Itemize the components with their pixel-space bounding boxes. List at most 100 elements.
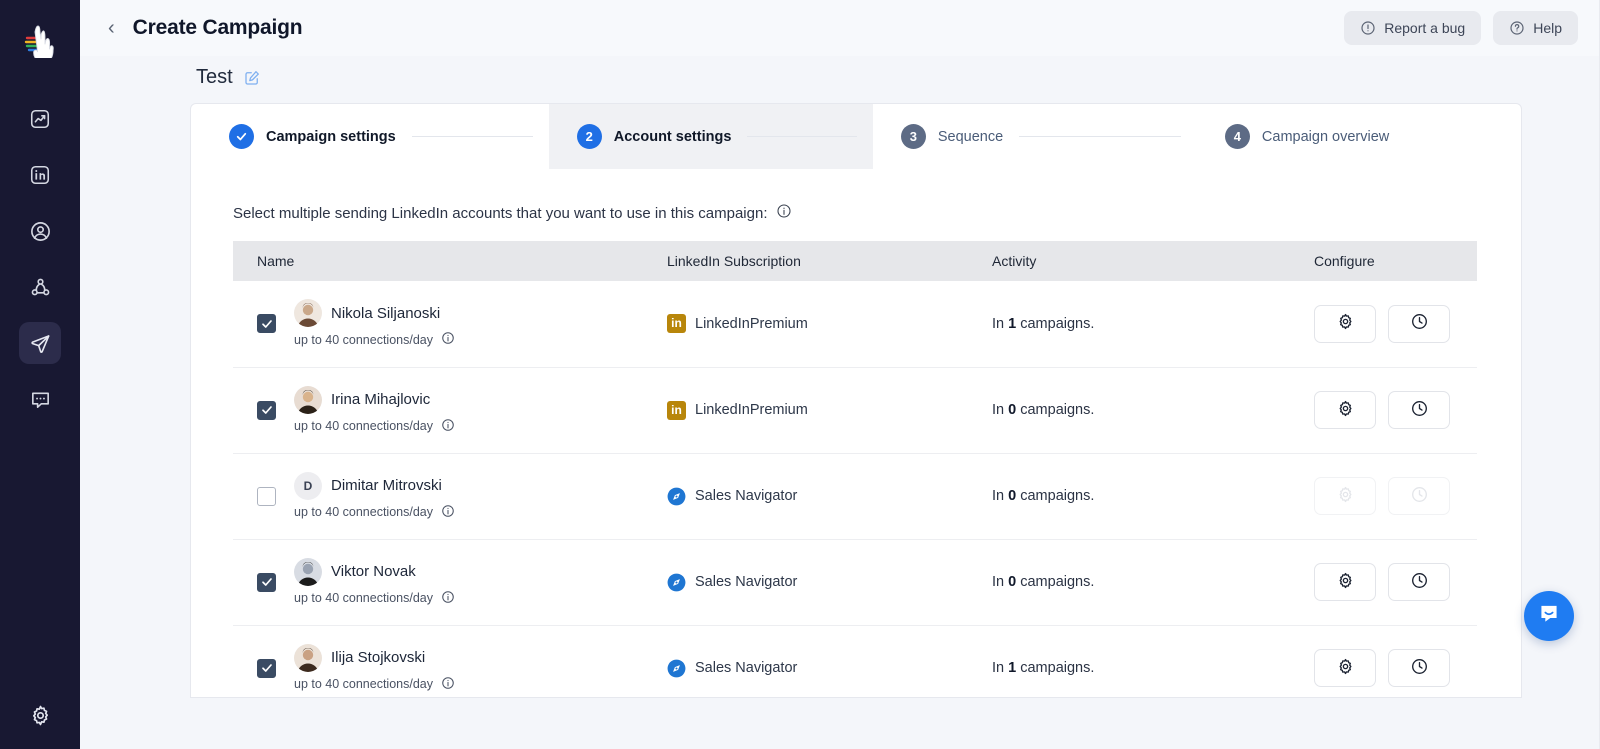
- name-sub: up to 40 connections/day: [294, 504, 455, 521]
- account-checkbox[interactable]: [257, 658, 276, 678]
- schedule-button[interactable]: [1388, 563, 1450, 601]
- info-icon[interactable]: [441, 590, 455, 607]
- subscription-cell: in LinkedInPremium: [667, 314, 968, 334]
- schedule-button: [1388, 477, 1450, 515]
- name-top: D Dimitar Mitrovski: [294, 471, 455, 500]
- help-button[interactable]: Help: [1493, 11, 1578, 45]
- activity-text: In 0 campaigns.: [992, 488, 1095, 504]
- step-label-4: Campaign overview: [1261, 128, 1390, 145]
- connection-limit: up to 40 connections/day: [294, 332, 433, 347]
- cell-name: D Dimitar Mitrovski up to 40 connections/d…: [233, 453, 643, 540]
- name-cell: Ilija Stojkovski up to 40 connections/day: [257, 643, 643, 693]
- account-settings-button[interactable]: [1314, 304, 1376, 343]
- account-settings-button[interactable]: [1314, 391, 1376, 429]
- topbar-actions: Report a bug Help: [1344, 11, 1578, 45]
- sidebar-settings[interactable]: [0, 703, 80, 733]
- clock-icon: [1410, 485, 1429, 508]
- sales-navigator-icon: [667, 659, 686, 678]
- avatar: [294, 385, 322, 414]
- gear-icon: [1336, 312, 1355, 335]
- sales-navigator-icon: [667, 487, 686, 506]
- clock-icon: [1410, 571, 1429, 594]
- gear-icon: [1336, 571, 1355, 594]
- step-sequence[interactable]: 3 Sequence: [873, 104, 1197, 169]
- edit-pencil-icon[interactable]: [243, 69, 261, 87]
- report-bug-button[interactable]: Report a bug: [1344, 11, 1482, 45]
- subscription-cell: in LinkedInPremium: [667, 400, 968, 420]
- account-settings-card: Campaign settings 2 Account settings 3 S…: [190, 103, 1522, 698]
- activity-text: In 1 campaigns.: [992, 660, 1095, 677]
- name-block: Irina Mihajlovic up to 40 connections/day: [294, 385, 455, 435]
- sidebar-item-inbox[interactable]: [19, 378, 61, 420]
- activity-count: 0: [1008, 402, 1017, 418]
- sidebar-item-campaigns[interactable]: [19, 322, 61, 364]
- schedule-button[interactable]: [1388, 391, 1450, 429]
- step-connector-1: [411, 136, 533, 137]
- schedule-button[interactable]: [1388, 649, 1450, 688]
- name-top: Viktor Novak: [294, 557, 455, 586]
- cell-activity: In 0 campaigns.: [968, 367, 1290, 454]
- analytics-icon: [29, 108, 51, 130]
- account-checkbox[interactable]: [257, 572, 276, 592]
- linkedin-premium-icon: in: [667, 400, 686, 420]
- gear-icon: [1336, 485, 1355, 508]
- name-top: Nikola Siljanoski: [294, 299, 455, 328]
- step-connector-2: [747, 136, 857, 137]
- table-row: D Dimitar Mitrovski up to 40 connections/d…: [233, 453, 1477, 540]
- name-cell: Nikola Siljanoski up to 40 connections/da…: [257, 299, 643, 348]
- schedule-button[interactable]: [1388, 304, 1450, 343]
- network-icon: [29, 276, 52, 299]
- step-badge-1: [229, 124, 254, 149]
- user-circle-icon: [29, 220, 52, 243]
- step-campaign-settings[interactable]: Campaign settings: [191, 104, 549, 169]
- stepper: Campaign settings 2 Account settings 3 S…: [191, 104, 1521, 169]
- sidebar-item-account[interactable]: [19, 210, 61, 252]
- account-settings-button[interactable]: [1314, 649, 1376, 688]
- subscription-cell: Sales Navigator: [667, 659, 968, 678]
- step-label-1: Campaign settings: [266, 128, 396, 145]
- avatar: [294, 557, 322, 586]
- column-header-name: Name: [233, 241, 643, 281]
- account-checkbox[interactable]: [257, 400, 276, 420]
- sidebar: [0, 0, 80, 749]
- sidebar-item-network[interactable]: [19, 266, 61, 308]
- info-icon[interactable]: [441, 676, 455, 693]
- column-header-activity: Activity: [968, 241, 1290, 281]
- info-icon[interactable]: [441, 331, 455, 348]
- cell-configure: [1290, 281, 1477, 368]
- account-settings-button[interactable]: [1314, 563, 1376, 601]
- intercom-chat-launcher[interactable]: [1524, 591, 1574, 641]
- info-icon[interactable]: [441, 418, 455, 435]
- table-header-row: Name LinkedIn Subscription Activity Conf…: [233, 241, 1477, 281]
- sidebar-item-analytics[interactable]: [19, 98, 61, 140]
- account-checkbox[interactable]: [257, 486, 276, 506]
- sidebar-item-linkedin[interactable]: [19, 154, 61, 196]
- step-campaign-overview[interactable]: 4 Campaign overview: [1197, 104, 1521, 169]
- cell-configure: [1290, 539, 1477, 626]
- activity-text: In 0 campaigns.: [992, 574, 1095, 590]
- subscription-label: LinkedInPremium: [695, 315, 808, 332]
- avatar: [294, 643, 322, 672]
- accounts-table: Name LinkedIn Subscription Activity Conf…: [233, 241, 1477, 697]
- cell-activity: In 1 campaigns.: [968, 625, 1290, 697]
- activity-text: In 0 campaigns.: [992, 402, 1095, 418]
- clock-icon: [1410, 312, 1429, 335]
- step-account-settings[interactable]: 2 Account settings: [548, 104, 873, 169]
- step-badge-3: 3: [900, 124, 926, 149]
- account-name: Dimitar Mitrovski: [331, 477, 442, 494]
- name-sub: up to 40 connections/day: [294, 331, 455, 348]
- account-checkbox[interactable]: [257, 314, 276, 334]
- app-logo[interactable]: [17, 14, 63, 60]
- info-icon[interactable]: [441, 504, 455, 521]
- info-icon[interactable]: [776, 203, 792, 223]
- help-label: Help: [1533, 20, 1562, 36]
- main-area: ‹ Create Campaign Report a bug Help Test…: [80, 0, 1600, 749]
- name-cell: Viktor Novak up to 40 connections/day: [257, 557, 643, 607]
- back-button[interactable]: ‹: [102, 16, 121, 40]
- name-block: D Dimitar Mitrovski up to 40 connections/d…: [294, 471, 455, 521]
- subscription-label: Sales Navigator: [695, 488, 798, 504]
- avatar: [294, 299, 322, 328]
- clock-icon: [1410, 657, 1429, 680]
- chat-message-icon: [1536, 601, 1562, 632]
- alert-circle-icon: [1360, 20, 1376, 36]
